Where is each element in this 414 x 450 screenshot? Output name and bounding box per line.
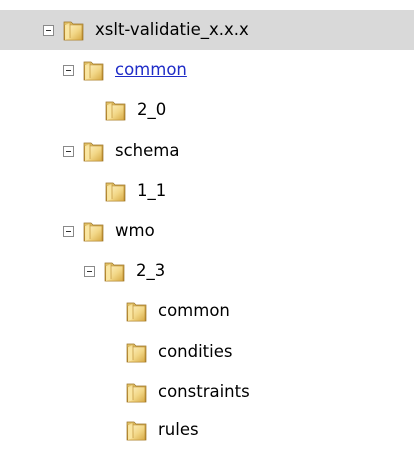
tree-node-root[interactable]: xslt-validatie_x.x.x <box>0 10 414 50</box>
folder-tree: xslt-validatie_x.x.x common 2_0 schema 1… <box>0 0 414 444</box>
folder-icon <box>83 142 104 162</box>
tree-node-wmo[interactable]: wmo <box>63 211 363 251</box>
folder-icon <box>126 343 147 363</box>
collapse-toggle-icon[interactable] <box>63 225 74 237</box>
tree-node-label[interactable]: xslt-validatie_x.x.x <box>95 20 249 40</box>
tree-node-wmo-2-3-common[interactable]: common <box>125 291 375 331</box>
folder-icon <box>63 21 84 41</box>
tree-node-wmo-2-3-constraints[interactable]: constraints <box>125 372 375 412</box>
folder-icon <box>126 421 147 441</box>
folder-icon <box>126 302 147 322</box>
tree-node-label[interactable]: rules <box>158 420 199 440</box>
tree-node-label[interactable]: common <box>158 301 230 321</box>
tree-node-wmo-2-3-rules[interactable]: rules <box>125 410 375 450</box>
folder-icon <box>104 262 125 282</box>
tree-node-label[interactable]: wmo <box>115 221 155 241</box>
folder-icon <box>83 61 104 81</box>
tree-node-common-2-0[interactable]: 2_0 <box>104 90 354 130</box>
collapse-toggle-icon[interactable] <box>63 64 74 76</box>
tree-node-wmo-2-3-condities[interactable]: condities <box>125 332 375 372</box>
tree-node-label[interactable]: schema <box>115 141 179 161</box>
tree-node-schema[interactable]: schema <box>63 131 363 171</box>
collapse-toggle-icon[interactable] <box>63 145 74 157</box>
tree-node-label[interactable]: constraints <box>158 382 250 402</box>
folder-icon <box>105 101 126 121</box>
collapse-toggle-icon[interactable] <box>43 24 54 36</box>
tree-node-label[interactable]: common <box>115 60 187 80</box>
folder-icon <box>126 383 147 403</box>
tree-node-wmo-2-3[interactable]: 2_3 <box>84 251 364 291</box>
collapse-toggle-icon[interactable] <box>84 265 95 277</box>
tree-node-schema-1-1[interactable]: 1_1 <box>104 171 354 211</box>
folder-icon <box>83 222 104 242</box>
tree-node-label[interactable]: 2_0 <box>137 100 166 120</box>
tree-node-common[interactable]: common <box>63 50 363 90</box>
tree-node-label[interactable]: 2_3 <box>136 261 165 281</box>
tree-node-label[interactable]: condities <box>158 342 232 362</box>
folder-icon <box>105 182 126 202</box>
tree-node-label[interactable]: 1_1 <box>137 181 166 201</box>
